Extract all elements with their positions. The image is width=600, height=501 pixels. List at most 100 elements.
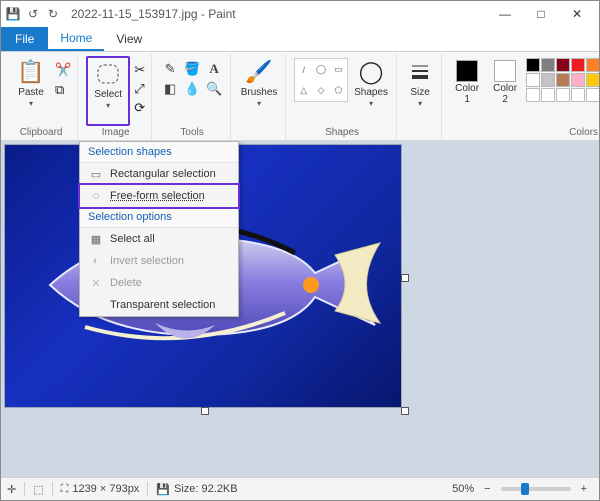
dropdown-header-shapes: Selection shapes (80, 142, 238, 163)
palette-swatch[interactable] (526, 73, 540, 87)
group-tools: ✎ 🪣 A ◧ 💧 🔍 Tools (154, 54, 231, 140)
pencil-icon[interactable]: ✎ (160, 60, 180, 78)
close-button[interactable]: ✕ (559, 1, 595, 27)
tab-home[interactable]: Home (48, 27, 104, 51)
chevron-down-icon: ▾ (106, 101, 110, 110)
group-clipboard: 📋 Paste ▾ ✂️ ⧉ Clipboard (5, 54, 78, 140)
group-label: Image (102, 126, 130, 140)
cut-icon[interactable]: ✂️ (55, 62, 71, 78)
fill-icon[interactable]: 🪣 (182, 60, 202, 78)
rect-select-icon: ▭ (88, 167, 104, 181)
palette-swatch[interactable] (586, 73, 600, 87)
palette-swatch[interactable] (586, 88, 600, 102)
menu-rectangular-selection[interactable]: ▭ Rectangular selection (80, 163, 238, 185)
tools-grid: ✎ 🪣 A ◧ 💧 🔍 (160, 56, 224, 98)
chevron-down-icon: ▾ (418, 99, 422, 108)
palette-swatch[interactable] (571, 88, 585, 102)
size-icon (406, 58, 434, 86)
magnifier-icon[interactable]: 🔍 (204, 80, 224, 98)
palette-swatch[interactable] (541, 73, 555, 87)
group-label: Shapes (325, 126, 359, 140)
tab-file[interactable]: File (1, 27, 48, 51)
dropdown-header-options: Selection options (80, 207, 238, 228)
color1-button[interactable]: Color 1 (450, 56, 484, 122)
resize-handle-corner[interactable] (401, 407, 409, 415)
shapes-button[interactable]: ◯ Shapes ▾ (352, 56, 390, 122)
zoom-out-button[interactable]: − (478, 483, 496, 495)
canvas-dims-icon: ⛶ (61, 483, 69, 496)
maximize-button[interactable]: □ (523, 1, 559, 27)
transparent-icon (88, 298, 104, 312)
shapes-gallery[interactable]: /◯▭△◇⬠ (294, 58, 348, 102)
ribbon-tabs: File Home View (1, 27, 599, 52)
palette-swatch[interactable] (571, 58, 585, 72)
resize-handle-bottom[interactable] (201, 407, 209, 415)
group-colors: Color 1 Color 2 🎨 Edit colors Colors (444, 54, 600, 140)
crop-icon[interactable]: ✂ (134, 62, 145, 78)
window-title: 2022-11-15_153917.jpg - Paint (71, 7, 487, 21)
palette-swatch[interactable] (556, 73, 570, 87)
select-all-icon: ▦ (88, 232, 104, 246)
resize-handle-right[interactable] (401, 274, 409, 282)
palette-swatch[interactable] (556, 88, 570, 102)
color-picker-icon[interactable]: 💧 (182, 80, 202, 98)
chevron-down-icon: ▾ (257, 99, 261, 108)
menu-freeform-selection[interactable]: ◌ Free-form selection (80, 185, 238, 207)
pointer-position-icon: ✛ (7, 483, 16, 496)
palette-swatch[interactable] (526, 88, 540, 102)
paint-window: { "app": { "title": "2022-11-15_153917.j… (0, 0, 600, 501)
color2-button[interactable]: Color 2 (488, 56, 522, 122)
brush-icon: 🖌️ (245, 58, 273, 86)
paste-button[interactable]: 📋 Paste ▾ (11, 56, 51, 122)
redo-icon[interactable]: ↻ (45, 6, 61, 22)
palette-swatch[interactable] (556, 58, 570, 72)
rotate-icon[interactable]: ⟳ (134, 100, 145, 116)
menu-select-all[interactable]: ▦ Select all (80, 228, 238, 250)
invert-icon: ◐ (88, 254, 104, 268)
palette-swatch[interactable] (526, 58, 540, 72)
canvas-dimensions: 1239 × 793px (72, 483, 139, 495)
zoom-in-button[interactable]: + (575, 483, 593, 495)
palette-swatch[interactable] (571, 73, 585, 87)
select-dropdown: Selection shapes ▭ Rectangular selection… (79, 141, 239, 317)
group-label: Tools (180, 126, 203, 140)
color1-swatch (456, 60, 478, 82)
window-controls: — □ ✕ (487, 1, 595, 27)
select-button[interactable]: Select ▾ (86, 56, 130, 126)
group-label: Clipboard (20, 126, 63, 140)
minimize-button[interactable]: — (487, 1, 523, 27)
select-icon (94, 60, 122, 88)
delete-icon: ✕ (88, 276, 104, 290)
eraser-icon[interactable]: ◧ (160, 80, 180, 98)
group-label: Colors (569, 126, 598, 140)
canvas-area[interactable]: Selection shapes ▭ Rectangular selection… (1, 141, 599, 477)
palette-swatch[interactable] (541, 58, 555, 72)
menu-transparent-selection[interactable]: Transparent selection (80, 294, 238, 316)
zoom-thumb[interactable] (521, 483, 529, 495)
copy-icon[interactable]: ⧉ (55, 82, 71, 98)
shapes-icon: ◯ (357, 58, 385, 86)
undo-icon[interactable]: ↺ (25, 6, 41, 22)
clipboard-icon: 📋 (17, 58, 45, 86)
file-size: Size: 92.2KB (174, 483, 238, 495)
resize-icon[interactable]: ⤢ (134, 81, 145, 97)
file-size-icon: 💾 (156, 483, 170, 496)
zoom-slider[interactable] (501, 487, 571, 491)
group-image: Select ▾ ✂ ⤢ ⟳ Image (80, 54, 152, 140)
save-icon[interactable]: 💾 (5, 6, 21, 22)
color2-swatch (494, 60, 516, 82)
menu-invert-selection: ◐ Invert selection (80, 250, 238, 272)
brushes-button[interactable]: 🖌️ Brushes ▾ (239, 56, 279, 122)
tab-view[interactable]: View (104, 27, 154, 51)
palette-swatch[interactable] (586, 58, 600, 72)
size-button[interactable]: Size ▾ (405, 56, 435, 122)
text-icon[interactable]: A (204, 60, 224, 78)
group-size: Size ▾ (399, 54, 442, 140)
color-palette[interactable] (526, 56, 600, 102)
group-shapes: /◯▭△◇⬠ ◯ Shapes ▾ Shapes (288, 54, 397, 140)
ribbon: 📋 Paste ▾ ✂️ ⧉ Clipboard Select (1, 52, 599, 141)
palette-swatch[interactable] (541, 88, 555, 102)
selection-size-icon: ⬚ (33, 483, 43, 496)
group-brushes: 🖌️ Brushes ▾ (233, 54, 286, 140)
status-bar: ✛ ⬚ ⛶ 1239 × 793px 💾 Size: 92.2KB 50% − … (1, 477, 599, 500)
